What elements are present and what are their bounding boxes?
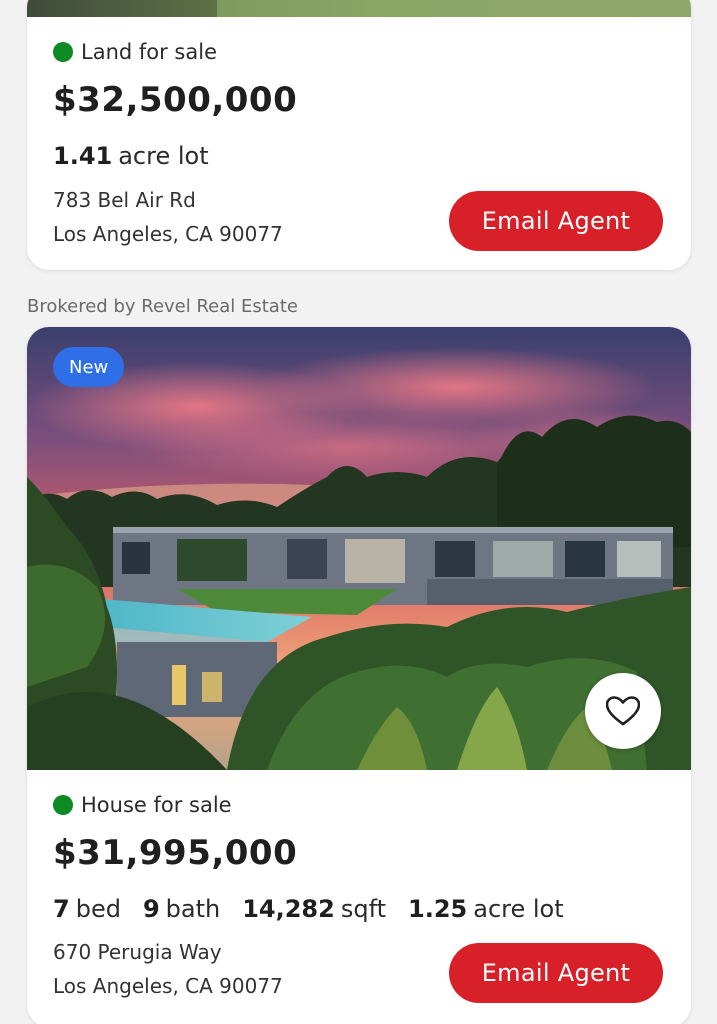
- beds: 7 bed: [53, 895, 121, 923]
- lot-size-unit: acre lot: [118, 142, 209, 170]
- lot-size-unit: acre lot: [473, 895, 564, 923]
- baths-unit: bath: [165, 895, 221, 923]
- listing-card[interactable]: Land for sale $32,500,000 1.41 acre lot …: [27, 0, 691, 270]
- listing-card[interactable]: New House for sale $31,995,000 7 bed 9 b…: [27, 327, 691, 1024]
- favorite-button[interactable]: [585, 673, 661, 749]
- sqft-unit: sqft: [340, 895, 387, 923]
- sqft-value: 14,282: [242, 895, 335, 923]
- lot-size: 1.25 acre lot: [408, 895, 564, 923]
- listing-address[interactable]: 783 Bel Air Rd Los Angeles, CA 90077: [53, 183, 283, 251]
- listing-photo[interactable]: [27, 0, 691, 17]
- status-label: House for sale: [81, 793, 232, 817]
- status-dot-icon: [53, 795, 73, 815]
- address-line-1: 670 Perugia Way: [53, 940, 222, 964]
- baths: 9 bath: [143, 895, 220, 923]
- baths-value: 9: [142, 895, 160, 923]
- address-line-2: Los Angeles, CA 90077: [53, 222, 283, 246]
- new-badge: New: [53, 347, 125, 387]
- email-agent-button[interactable]: Email Agent: [449, 943, 663, 1003]
- beds-unit: bed: [75, 895, 121, 923]
- address-line-2: Los Angeles, CA 90077: [53, 974, 283, 998]
- search-results-page: Land for sale $32,500,000 1.41 acre lot …: [0, 0, 717, 1024]
- beds-value: 7: [53, 895, 70, 923]
- listing-status: House for sale: [53, 793, 232, 817]
- address-line-1: 783 Bel Air Rd: [53, 188, 196, 212]
- heart-outline-icon: [606, 696, 640, 726]
- listing-price: $31,995,000: [53, 833, 298, 873]
- listing-photo[interactable]: New: [27, 327, 691, 770]
- status-dot-icon: [53, 42, 73, 62]
- listing-address[interactable]: 670 Perugia Way Los Angeles, CA 90077: [53, 935, 283, 1003]
- listing-details: 1.41 acre lot: [53, 142, 231, 170]
- lot-size-value: 1.25: [408, 895, 468, 923]
- sqft: 14,282 sqft: [242, 895, 386, 923]
- lot-size-value: 1.41: [53, 142, 113, 170]
- listing-status: Land for sale: [53, 40, 217, 64]
- status-label: Land for sale: [81, 40, 217, 64]
- email-agent-button[interactable]: Email Agent: [449, 191, 663, 251]
- lot-size: 1.41 acre lot: [53, 142, 209, 170]
- listing-details: 7 bed 9 bath 14,282 sqft 1.25 acre lot: [53, 895, 586, 923]
- broker-attribution: Brokered by Revel Real Estate: [27, 296, 298, 317]
- listing-price: $32,500,000: [53, 80, 298, 120]
